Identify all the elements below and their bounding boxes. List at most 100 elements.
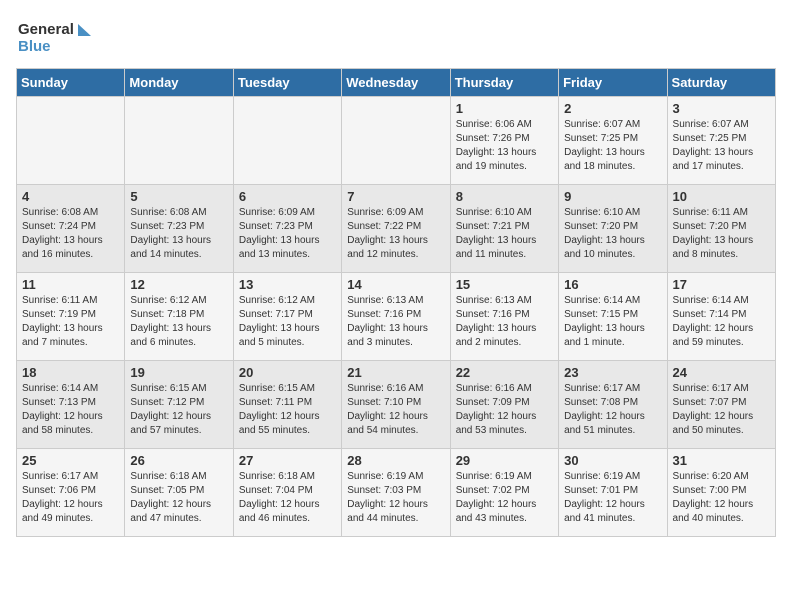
header-tuesday: Tuesday — [233, 69, 341, 97]
svg-text:Blue: Blue — [18, 38, 51, 55]
day-number: 20 — [239, 365, 336, 380]
day-number: 9 — [564, 189, 661, 204]
day-info: Sunrise: 6:16 AM Sunset: 7:09 PM Dayligh… — [456, 382, 553, 438]
day-number: 21 — [347, 365, 444, 380]
day-number: 25 — [22, 453, 119, 468]
calendar-week-row: 1Sunrise: 6:06 AM Sunset: 7:26 PM Daylig… — [17, 97, 776, 185]
day-number: 28 — [347, 453, 444, 468]
calendar-cell: 31Sunrise: 6:20 AM Sunset: 7:00 PM Dayli… — [667, 449, 775, 537]
day-number: 8 — [456, 189, 553, 204]
day-number: 27 — [239, 453, 336, 468]
day-info: Sunrise: 6:11 AM Sunset: 7:20 PM Dayligh… — [673, 206, 770, 262]
day-info: Sunrise: 6:15 AM Sunset: 7:12 PM Dayligh… — [130, 382, 227, 438]
calendar-cell: 9 Sunrise: 6:10 AM Sunset: 7:20 PM Daylig… — [559, 185, 667, 273]
day-info: Sunrise: 6:17 AM Sunset: 7:06 PM Dayligh… — [22, 470, 119, 526]
calendar-cell: 13 Sunrise: 6:12 AM Sunset: 7:17 PM Dayli… — [233, 273, 341, 361]
day-info: Sunrise: 6:19 AM Sunset: 7:01 PM Dayligh… — [564, 470, 661, 526]
day-info: Sunrise: 6:19 AM Sunset: 7:02 PM Dayligh… — [456, 470, 553, 526]
day-number: 3 — [673, 101, 770, 116]
calendar-cell: 12 Sunrise: 6:12 AM Sunset: 7:18 PM Dayli… — [125, 273, 233, 361]
day-info: Sunrise: 6:09 AM Sunset: 7:23 PM Dayligh… — [239, 206, 336, 262]
calendar-cell: 21 Sunrise: 6:16 AM Sunset: 7:10 PM Dayli… — [342, 361, 450, 449]
logo-icon: GeneralBlue — [16, 16, 96, 56]
day-number: 2 — [564, 101, 661, 116]
calendar-cell: 7 Sunrise: 6:09 AM Sunset: 7:22 PM Daylig… — [342, 185, 450, 273]
calendar-cell — [17, 97, 125, 185]
calendar-week-row: 25 Sunrise: 6:17 AM Sunset: 7:06 PM Dayli… — [17, 449, 776, 537]
day-number: 15 — [456, 277, 553, 292]
day-number: 16 — [564, 277, 661, 292]
calendar-cell: 28 Sunrise: 6:19 AM Sunset: 7:03 PM Dayli… — [342, 449, 450, 537]
header-saturday: Saturday — [667, 69, 775, 97]
calendar-cell: 8 Sunrise: 6:10 AM Sunset: 7:21 PM Daylig… — [450, 185, 558, 273]
day-number: 1 — [456, 101, 553, 116]
calendar-cell: 10 Sunrise: 6:11 AM Sunset: 7:20 PM Dayli… — [667, 185, 775, 273]
calendar-cell: 6Sunrise: 6:09 AM Sunset: 7:23 PM Daylig… — [233, 185, 341, 273]
calendar-cell: 27 Sunrise: 6:18 AM Sunset: 7:04 PM Dayli… — [233, 449, 341, 537]
day-info: Sunrise: 6:12 AM Sunset: 7:17 PM Dayligh… — [239, 294, 336, 350]
day-info: Sunrise: 6:08 AM Sunset: 7:24 PM Dayligh… — [22, 206, 119, 262]
calendar-week-row: 11Sunrise: 6:11 AM Sunset: 7:19 PM Dayli… — [17, 273, 776, 361]
calendar-cell: 2 Sunrise: 6:07 AM Sunset: 7:25 PM Daylig… — [559, 97, 667, 185]
day-number: 26 — [130, 453, 227, 468]
day-number: 4 — [22, 189, 119, 204]
day-number: 17 — [673, 277, 770, 292]
page-header: GeneralBlue — [16, 16, 776, 56]
day-number: 29 — [456, 453, 553, 468]
day-number: 24 — [673, 365, 770, 380]
day-number: 12 — [130, 277, 227, 292]
day-number: 18 — [22, 365, 119, 380]
calendar-cell: 15 Sunrise: 6:13 AM Sunset: 7:16 PM Dayli… — [450, 273, 558, 361]
day-info: Sunrise: 6:15 AM Sunset: 7:11 PM Dayligh… — [239, 382, 336, 438]
day-info: Sunrise: 6:16 AM Sunset: 7:10 PM Dayligh… — [347, 382, 444, 438]
day-info: Sunrise: 6:13 AM Sunset: 7:16 PM Dayligh… — [347, 294, 444, 350]
calendar-cell: 11Sunrise: 6:11 AM Sunset: 7:19 PM Dayli… — [17, 273, 125, 361]
day-info: Sunrise: 6:09 AM Sunset: 7:22 PM Dayligh… — [347, 206, 444, 262]
calendar-cell: 26 Sunrise: 6:18 AM Sunset: 7:05 PM Dayli… — [125, 449, 233, 537]
day-info: Sunrise: 6:17 AM Sunset: 7:07 PM Dayligh… — [673, 382, 770, 438]
header-friday: Friday — [559, 69, 667, 97]
header-monday: Monday — [125, 69, 233, 97]
day-info: Sunrise: 6:13 AM Sunset: 7:16 PM Dayligh… — [456, 294, 553, 350]
day-info: Sunrise: 6:10 AM Sunset: 7:21 PM Dayligh… — [456, 206, 553, 262]
calendar-cell: 16Sunrise: 6:14 AM Sunset: 7:15 PM Dayli… — [559, 273, 667, 361]
day-number: 14 — [347, 277, 444, 292]
day-number: 13 — [239, 277, 336, 292]
calendar-table: SundayMondayTuesdayWednesdayThursdayFrid… — [16, 68, 776, 537]
day-info: Sunrise: 6:12 AM Sunset: 7:18 PM Dayligh… — [130, 294, 227, 350]
day-info: Sunrise: 6:17 AM Sunset: 7:08 PM Dayligh… — [564, 382, 661, 438]
day-number: 11 — [22, 277, 119, 292]
day-info: Sunrise: 6:18 AM Sunset: 7:05 PM Dayligh… — [130, 470, 227, 526]
day-info: Sunrise: 6:08 AM Sunset: 7:23 PM Dayligh… — [130, 206, 227, 262]
day-info: Sunrise: 6:14 AM Sunset: 7:13 PM Dayligh… — [22, 382, 119, 438]
calendar-cell: 5 Sunrise: 6:08 AM Sunset: 7:23 PM Daylig… — [125, 185, 233, 273]
day-info: Sunrise: 6:07 AM Sunset: 7:25 PM Dayligh… — [564, 118, 661, 174]
calendar-cell — [125, 97, 233, 185]
calendar-cell: 20 Sunrise: 6:15 AM Sunset: 7:11 PM Dayli… — [233, 361, 341, 449]
calendar-cell: 29 Sunrise: 6:19 AM Sunset: 7:02 PM Dayli… — [450, 449, 558, 537]
day-info: Sunrise: 6:18 AM Sunset: 7:04 PM Dayligh… — [239, 470, 336, 526]
calendar-cell: 1Sunrise: 6:06 AM Sunset: 7:26 PM Daylig… — [450, 97, 558, 185]
svg-text:General: General — [18, 21, 74, 38]
calendar-cell: 3 Sunrise: 6:07 AM Sunset: 7:25 PM Daylig… — [667, 97, 775, 185]
day-info: Sunrise: 6:07 AM Sunset: 7:25 PM Dayligh… — [673, 118, 770, 174]
header-sunday: Sunday — [17, 69, 125, 97]
calendar-cell: 14 Sunrise: 6:13 AM Sunset: 7:16 PM Dayli… — [342, 273, 450, 361]
day-number: 31 — [673, 453, 770, 468]
day-info: Sunrise: 6:10 AM Sunset: 7:20 PM Dayligh… — [564, 206, 661, 262]
header-thursday: Thursday — [450, 69, 558, 97]
day-number: 10 — [673, 189, 770, 204]
day-number: 22 — [456, 365, 553, 380]
logo: GeneralBlue — [16, 16, 100, 56]
day-info: Sunrise: 6:19 AM Sunset: 7:03 PM Dayligh… — [347, 470, 444, 526]
day-info: Sunrise: 6:14 AM Sunset: 7:14 PM Dayligh… — [673, 294, 770, 350]
calendar-cell: 19Sunrise: 6:15 AM Sunset: 7:12 PM Dayli… — [125, 361, 233, 449]
calendar-cell: 17 Sunrise: 6:14 AM Sunset: 7:14 PM Dayli… — [667, 273, 775, 361]
day-number: 30 — [564, 453, 661, 468]
day-number: 7 — [347, 189, 444, 204]
calendar-cell — [342, 97, 450, 185]
calendar-header-row: SundayMondayTuesdayWednesdayThursdayFrid… — [17, 69, 776, 97]
calendar-week-row: 18 Sunrise: 6:14 AM Sunset: 7:13 PM Dayli… — [17, 361, 776, 449]
calendar-cell: 30 Sunrise: 6:19 AM Sunset: 7:01 PM Dayli… — [559, 449, 667, 537]
day-number: 5 — [130, 189, 227, 204]
